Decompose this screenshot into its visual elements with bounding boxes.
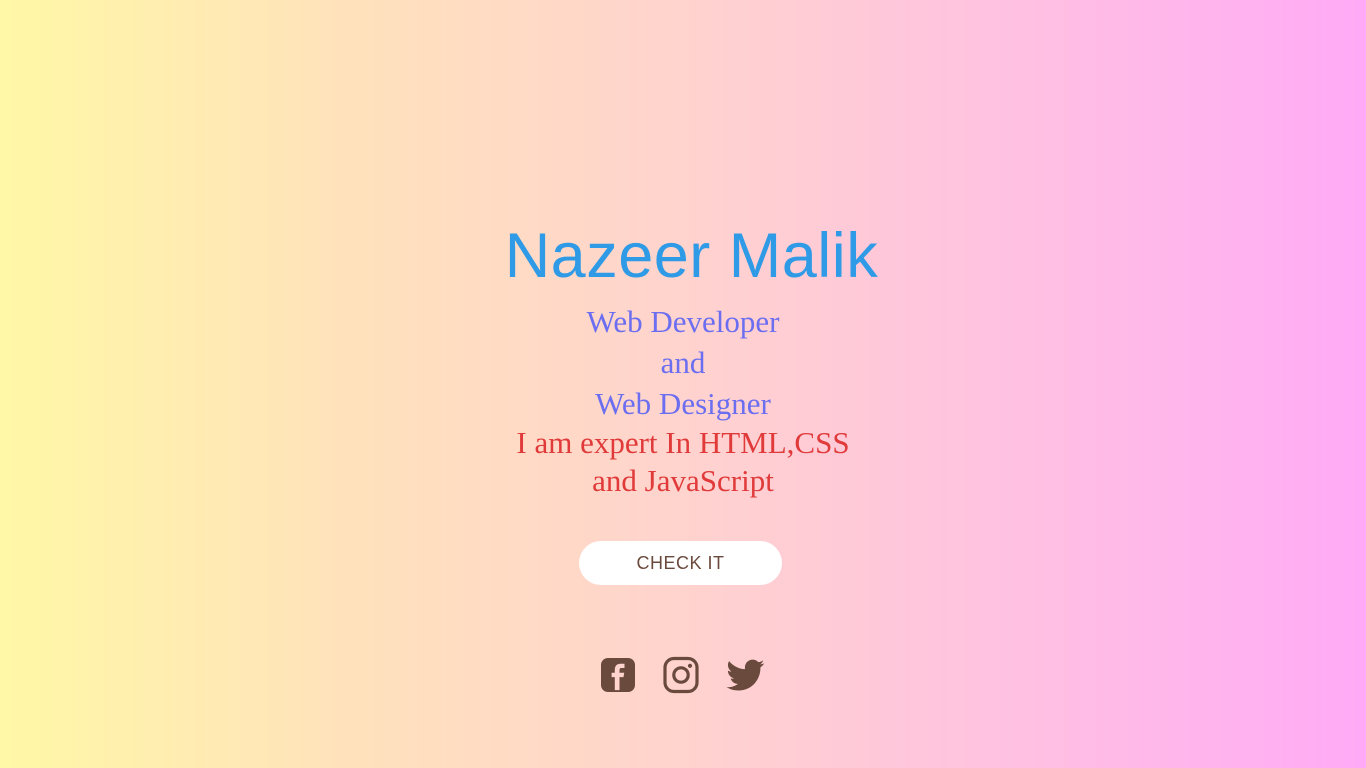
facebook-link[interactable] (598, 656, 638, 694)
page-title: Nazeer Malik (504, 221, 879, 291)
twitter-icon (726, 659, 765, 691)
role-line-and: and (660, 345, 706, 380)
role-line-web-developer: Web Developer (586, 304, 780, 339)
facebook-icon (601, 658, 635, 692)
expertise-line-1: I am expert In HTML,CSS (516, 425, 850, 460)
hero-section: Nazeer Malik Web Developer and Web Desig… (0, 0, 1366, 768)
twitter-link[interactable] (726, 656, 766, 694)
expertise-line-2: and JavaScript (592, 463, 774, 498)
role-line-web-designer: Web Designer (595, 386, 771, 421)
instagram-link[interactable] (661, 656, 701, 694)
instagram-icon (663, 656, 699, 694)
check-it-button[interactable]: CHECK IT (579, 541, 782, 585)
